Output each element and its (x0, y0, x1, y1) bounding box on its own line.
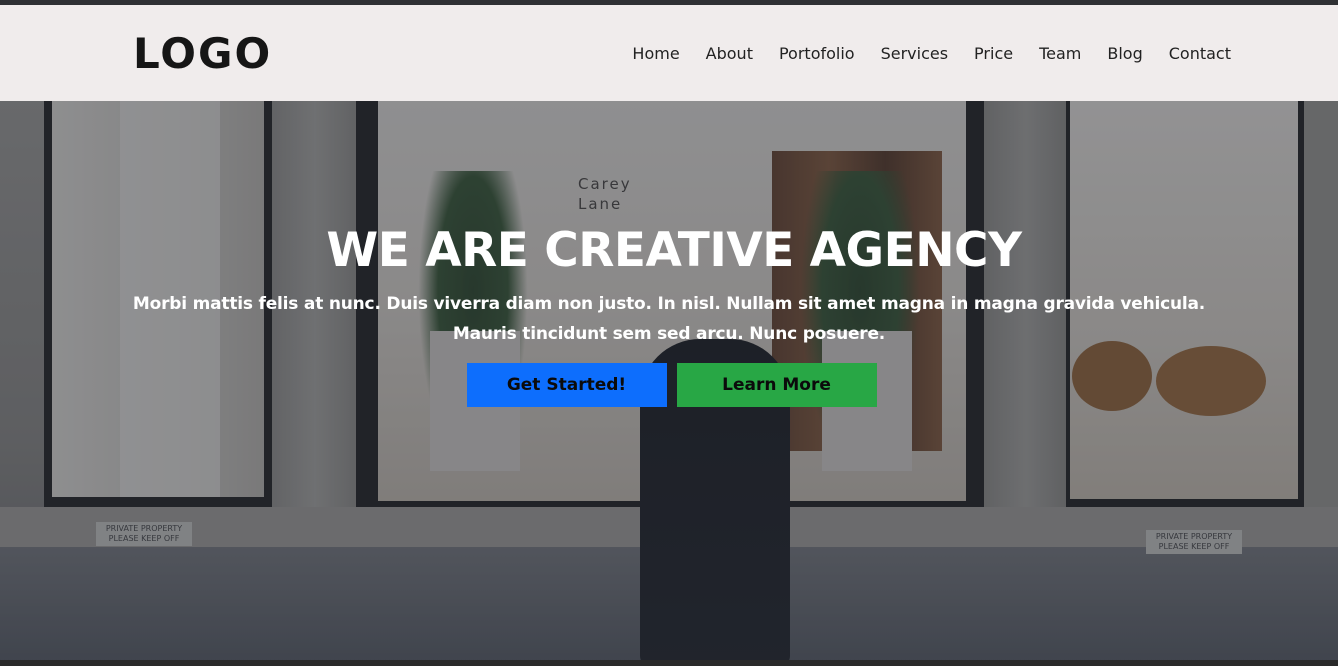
nav-item-services: Services (868, 43, 961, 65)
bottom-edge-strip (0, 660, 1338, 666)
nav-link-contact[interactable]: Contact (1156, 43, 1244, 65)
nav-link-price[interactable]: Price (961, 43, 1026, 65)
nav-link-team[interactable]: Team (1026, 43, 1094, 65)
hero-description-line-1: Morbi mattis felis at nunc. Duis viverra… (132, 294, 1206, 314)
nav-link-about[interactable]: About (693, 43, 766, 65)
nav-item-home: Home (619, 43, 692, 65)
nav-item-price: Price (961, 43, 1026, 65)
nav-link-services[interactable]: Services (868, 43, 961, 65)
hero-description: Morbi mattis felis at nunc. Duis viverra… (119, 289, 1219, 349)
nav-item-team: Team (1026, 43, 1094, 65)
nav-item-blog: Blog (1094, 43, 1155, 65)
nav-item-about: About (693, 43, 766, 65)
hero-description-line-2: Mauris tincidunt sem sed arcu. Nunc posu… (452, 324, 886, 344)
hero-content: WE ARE CREATIVE AGENCY Morbi mattis feli… (0, 223, 1338, 407)
logo[interactable]: LOGO (133, 31, 272, 77)
get-started-button[interactable]: Get Started! (466, 363, 667, 407)
hero-section: Carey Lane PRIVATE PROPERTY PLEASE KEEP … (0, 101, 1338, 666)
nav-item-contact: Contact (1156, 43, 1244, 65)
hero-button-group: Get Started! Learn More (0, 363, 1338, 407)
nav-menu: Home About Portofolio Services Price Tea… (619, 43, 1244, 65)
learn-more-button[interactable]: Learn More (676, 363, 877, 407)
nav-link-home[interactable]: Home (619, 43, 692, 65)
hero-title: WE ARE CREATIVE AGENCY (326, 223, 1022, 278)
navbar: LOGO Home About Portofolio Services Pric… (0, 5, 1338, 101)
nav-link-portfolio[interactable]: Portofolio (766, 43, 868, 65)
nav-link-blog[interactable]: Blog (1094, 43, 1155, 65)
nav-item-portfolio: Portofolio (766, 43, 868, 65)
